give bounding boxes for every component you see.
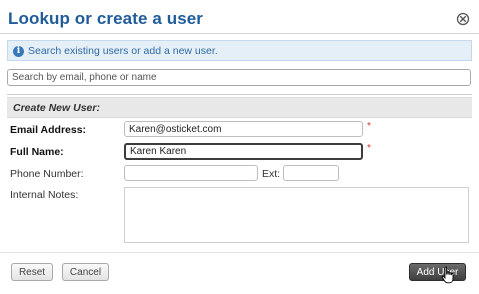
footer-divider (0, 252, 479, 253)
info-icon: i (13, 46, 24, 57)
internal-notes-field[interactable] (124, 187, 469, 243)
close-icon[interactable] (456, 12, 470, 26)
dialog-title: Lookup or create a user (8, 9, 204, 28)
create-user-section-header: Create New User: (7, 97, 472, 118)
email-required-marker: * (367, 121, 371, 132)
add-user-button[interactable]: Add User (409, 263, 466, 281)
phone-field[interactable] (124, 165, 258, 181)
full-name-required-marker: * (367, 143, 371, 154)
section-title: Create New User: (13, 102, 100, 114)
ext-field[interactable] (283, 165, 339, 181)
section-divider (7, 94, 472, 95)
reset-button[interactable]: Reset (11, 263, 53, 281)
cancel-button[interactable]: Cancel (62, 263, 109, 281)
info-banner: i Search existing users or add a new use… (7, 40, 472, 61)
email-field[interactable] (124, 121, 363, 137)
ext-label: Ext: (262, 168, 281, 180)
phone-label: Phone Number: (10, 168, 84, 180)
info-text: Search existing users or add a new user. (28, 45, 218, 57)
notes-label: Internal Notes: (10, 189, 79, 201)
email-label: Email Address: (10, 124, 87, 136)
search-input[interactable] (7, 69, 471, 86)
full-name-label: Full Name: (10, 146, 64, 158)
full-name-field[interactable] (124, 143, 363, 160)
title-divider (0, 33, 479, 34)
